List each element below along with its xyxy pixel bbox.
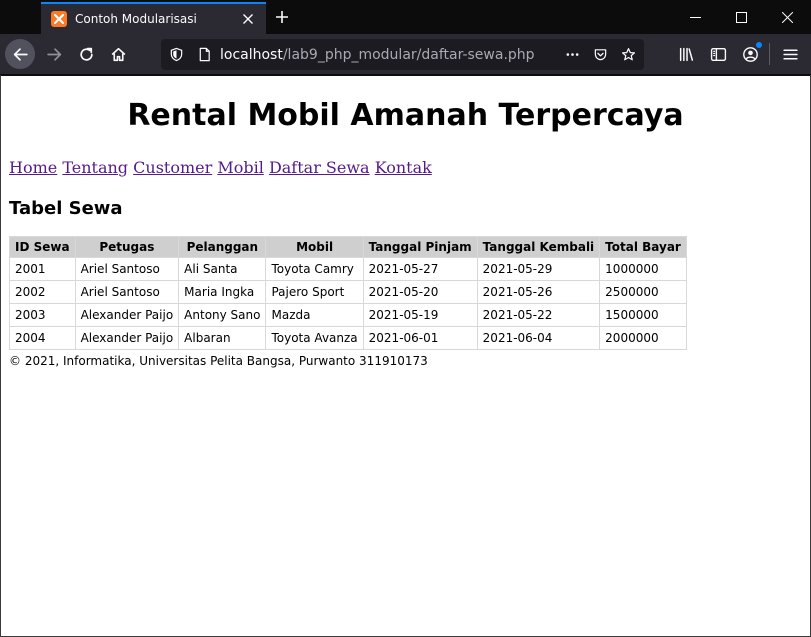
column-header: Tanggal Kembali [476,236,601,258]
browser-tab[interactable]: Contoh Modularisasi [41,2,266,34]
tab-title: Contoh Modularisasi [75,12,197,26]
column-header: ID Sewa [9,236,76,258]
close-window-icon[interactable] [764,0,810,34]
xampp-favicon-icon [51,11,67,27]
nav-link-mobil[interactable]: Mobil [217,158,264,177]
table-cell: 1000000 [599,257,687,281]
column-header: Petugas [74,236,180,258]
table-cell: Alexander Paijo [74,326,180,350]
nav-link-customer[interactable]: Customer [133,158,212,177]
table-row: 2004 Alexander Paijo Albaran Toyota Avan… [9,326,687,350]
table-cell: Pajero Sport [265,280,364,304]
table-cell: 1500000 [599,303,687,327]
table-cell: Alexander Paijo [74,303,180,327]
table-cell: 2001 [9,257,76,281]
library-icon[interactable] [671,39,701,69]
table-cell: Mazda [265,303,364,327]
url-text[interactable]: localhost/lab9_php_modular/daftar-sewa.p… [220,47,560,63]
table-cell: Albaran [178,326,267,350]
bookmark-star-icon[interactable] [616,43,640,67]
table-row: 2001 Ariel Santoso Ali Santa Toyota Camr… [9,257,687,281]
column-header: Mobil [265,236,364,258]
nav-toolbar: localhost/lab9_php_modular/daftar-sewa.p… [0,34,811,75]
table-cell: 2021-05-26 [476,280,601,304]
page-info-icon[interactable] [196,47,212,63]
nav-link-home[interactable]: Home [9,158,57,177]
sidebar-toggle-icon[interactable] [703,39,733,69]
close-tab-icon[interactable] [238,9,258,29]
nav-link-daftar-sewa[interactable]: Daftar Sewa [269,158,370,177]
back-arrow-icon[interactable] [5,39,35,69]
table-cell: 2021-05-19 [362,303,478,327]
table-cell: Maria Ingka [178,280,267,304]
toolbar-separator [769,43,770,65]
table-cell: Antony Sano [178,303,267,327]
table-row: 2003 Alexander Paijo Antony Sano Mazda 2… [9,303,687,327]
table-cell: 2004 [9,326,76,350]
pocket-icon[interactable] [588,43,612,67]
table-cell: Ariel Santoso [74,280,180,304]
table-cell: Toyota Camry [265,257,364,281]
reload-icon[interactable] [71,39,101,69]
url-host: localhost [220,46,283,63]
page-actions-more-icon[interactable] [560,43,584,67]
rental-table: ID Sewa Petugas Pelanggan Mobil Tanggal … [9,236,687,350]
hamburger-menu-icon[interactable] [775,39,805,69]
nav-link-kontak[interactable]: Kontak [375,158,432,177]
account-notification-dot [756,42,762,48]
table-cell: 2021-05-20 [362,280,478,304]
table-cell: 2021-05-27 [362,257,478,281]
table-cell: 2003 [9,303,76,327]
forward-arrow-icon[interactable] [39,39,69,69]
column-header: Pelanggan [178,236,267,258]
table-cell: 2500000 [599,280,687,304]
url-path: /lab9_php_modular/daftar-sewa.php [282,46,535,63]
table-cell: 2021-06-04 [476,326,601,350]
home-icon[interactable] [103,39,133,69]
table-cell: Toyota Avanza [265,326,364,350]
table-cell: 2000000 [599,326,687,350]
page-footer: © 2021, Informatika, Universitas Pelita … [9,354,428,368]
tab-strip: Contoh Modularisasi [0,0,811,34]
table-cell: 2021-05-22 [476,303,601,327]
maximize-window-icon[interactable] [718,0,764,34]
new-tab-plus-icon[interactable] [272,7,292,27]
table-cell: 2021-06-01 [362,326,478,350]
url-bar[interactable]: localhost/lab9_php_modular/daftar-sewa.p… [161,39,644,70]
column-header: Total Bayar [599,236,687,258]
table-row: 2002 Ariel Santoso Maria Ingka Pajero Sp… [9,280,687,304]
page-viewport: Rental Mobil Amanah Terpercaya Home Tent… [1,76,810,636]
section-title: Tabel Sewa [9,198,123,219]
table-cell: 2021-05-29 [476,257,601,281]
table-header-row: ID Sewa Petugas Pelanggan Mobil Tanggal … [9,236,687,258]
minimize-window-icon[interactable] [672,0,718,34]
tracking-shield-icon[interactable] [168,47,184,63]
table-cell: 2002 [9,280,76,304]
column-header: Tanggal Pinjam [362,236,478,258]
main-nav: Home Tentang Customer Mobil Daftar Sewa … [9,158,432,177]
table-cell: Ariel Santoso [74,257,180,281]
site-title: Rental Mobil Amanah Terpercaya [127,98,684,133]
account-avatar-icon[interactable] [735,39,765,69]
table-cell: Ali Santa [178,257,267,281]
nav-link-tentang[interactable]: Tentang [62,158,128,177]
